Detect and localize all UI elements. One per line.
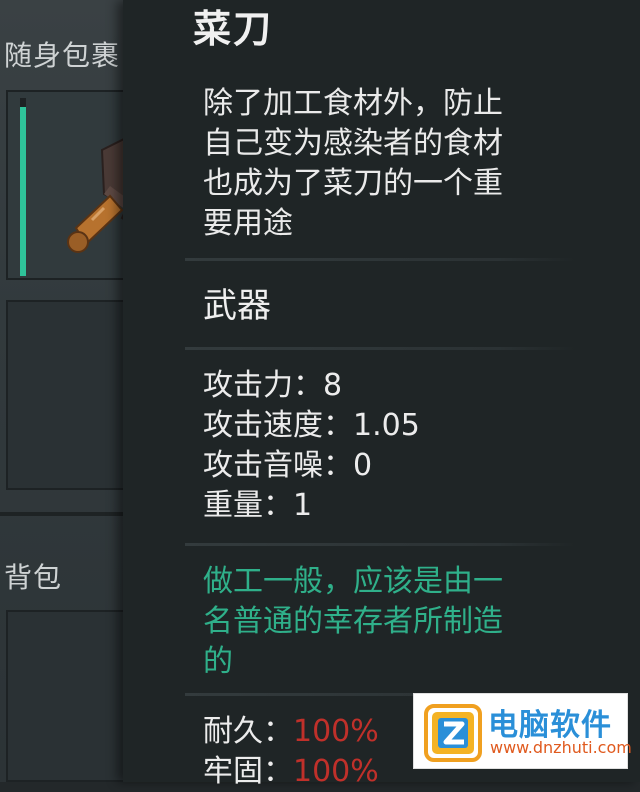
stat-value: 0 [353, 448, 373, 483]
divider [185, 543, 575, 546]
divider [185, 258, 575, 261]
condition-label: 牢固： [203, 754, 293, 789]
durability-fill [20, 106, 26, 276]
flavor-line: 做工一般，应该是由一 [203, 564, 503, 599]
description-line: 除了加工食材外，防止 [203, 86, 503, 121]
divider [185, 347, 575, 350]
description-line: 自己变为感染者的食材 [203, 126, 503, 161]
flavor-line: 的 [203, 644, 233, 679]
stat-value: 1 [293, 488, 313, 523]
condition-value: 100% [293, 714, 379, 749]
stat-attack-noise: 攻击音噪：0 [203, 446, 420, 486]
condition-label: 耐久： [203, 714, 293, 749]
stat-label: 重量： [203, 488, 293, 523]
section-title-backpack: 背包 [4, 561, 63, 594]
stat-attack-power: 攻击力：8 [203, 366, 420, 406]
stat-attack-speed: 攻击速度：1.05 [203, 406, 420, 446]
condition-durability: 耐久：100% [203, 712, 379, 752]
section-divider [0, 512, 135, 516]
stat-value: 8 [323, 368, 343, 403]
stat-weight: 重量：1 [203, 486, 420, 526]
description-line: 也成为了菜刀的一个重 [203, 166, 503, 201]
section-title-carry-bag: 随身包裹 [4, 39, 121, 72]
site-logo-icon [424, 704, 482, 762]
site-watermark: 电脑软件 www.dnzhuti.com [413, 693, 632, 769]
inventory-panel: 随身包裹 背包 [0, 0, 182, 782]
item-category: 武器 [203, 286, 271, 326]
flavor-line: 名普通的幸存者所制造 [203, 604, 503, 639]
condition-sturdiness: 牢固：100% [203, 752, 379, 792]
item-description: 除了加工食材外，防止 自己变为感染者的食材 也成为了菜刀的一个重 要用途 [203, 84, 563, 244]
item-flavor-text: 做工一般，应该是由一 名普通的幸存者所制造 的 [203, 562, 563, 682]
stat-value: 1.05 [353, 408, 420, 443]
durability-bar [20, 98, 26, 276]
item-name: 菜刀 [193, 7, 274, 51]
stat-label: 攻击力： [203, 368, 323, 403]
inventory-slot-kitchen-knife[interactable] [6, 90, 182, 280]
condition-value: 100% [293, 754, 379, 789]
item-condition: 耐久：100% 牢固：100% [203, 712, 379, 792]
stat-label: 攻击音噪： [203, 448, 353, 483]
inventory-slot-backpack[interactable] [6, 610, 131, 782]
inventory-slot-empty[interactable] [6, 300, 131, 490]
stat-label: 攻击速度： [203, 408, 353, 443]
description-line: 要用途 [203, 206, 293, 241]
item-stats: 攻击力：8 攻击速度：1.05 攻击音噪：0 重量：1 [203, 366, 420, 526]
item-tooltip: 菜刀 除了加工食材外，防止 自己变为感染者的食材 也成为了菜刀的一个重 要用途 … [123, 0, 640, 789]
watermark-url: www.dnzhuti.com [490, 738, 632, 757]
